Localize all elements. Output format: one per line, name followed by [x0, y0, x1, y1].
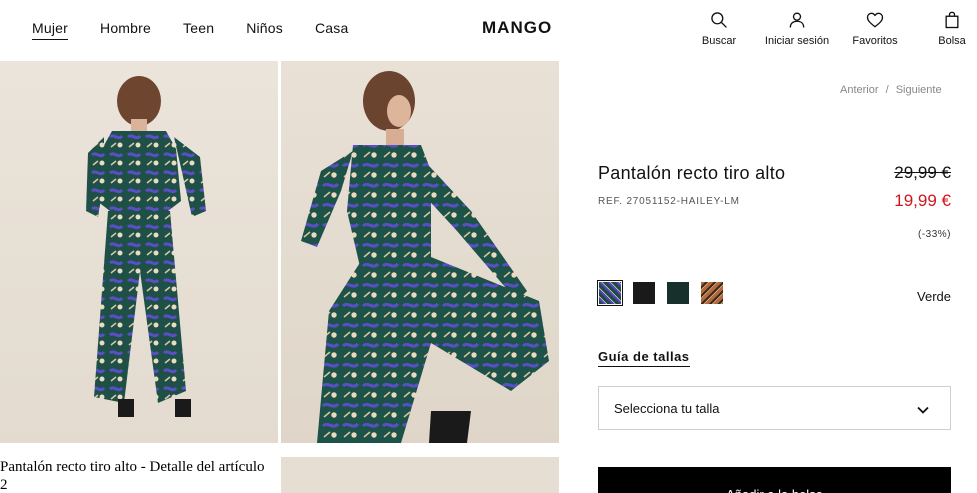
selected-color-name: Verde: [917, 289, 951, 304]
bag-button[interactable]: Bolsa: [912, 10, 977, 47]
favorites-button[interactable]: Favoritos: [835, 10, 915, 47]
bag-label: Bolsa: [938, 35, 966, 47]
search-button[interactable]: Buscar: [679, 10, 759, 47]
main-nav: Mujer Hombre Teen Niños Casa: [32, 20, 380, 40]
size-guide-link[interactable]: Guía de tallas: [598, 349, 690, 367]
model-back-illustration: [86, 76, 206, 417]
color-swatches: [597, 280, 723, 306]
heart-icon: [866, 12, 884, 28]
login-label: Iniciar sesión: [764, 35, 830, 47]
nav-item-mujer[interactable]: Mujer: [32, 20, 69, 40]
nav-item-ninos[interactable]: Niños: [246, 20, 283, 40]
next-link[interactable]: Siguiente: [896, 84, 942, 96]
swatch-black[interactable]: [633, 282, 655, 304]
brand-logo[interactable]: MANGO: [482, 18, 552, 38]
swatch-print-green[interactable]: [597, 280, 623, 306]
model-front-illustration: [301, 71, 549, 443]
nav-item-hombre[interactable]: Hombre: [100, 20, 151, 40]
product-photo-front[interactable]: [281, 61, 559, 443]
size-select-placeholder: Selecciona tu talla: [614, 401, 720, 416]
size-select[interactable]: Selecciona tu talla: [598, 386, 951, 430]
original-price: 29,99 €: [894, 163, 951, 182]
sale-price: 19,99 €: [894, 191, 951, 210]
login-button[interactable]: Iniciar sesión: [757, 10, 837, 47]
image-caption: Pantalón recto tiro alto - Detalle del a…: [0, 459, 265, 493]
previous-link[interactable]: Anterior: [840, 84, 879, 96]
nav-item-casa[interactable]: Casa: [315, 20, 348, 40]
nav-item-teen[interactable]: Teen: [183, 20, 214, 40]
search-label: Buscar: [701, 35, 737, 47]
add-to-bag-button[interactable]: Añadir a la bolsa: [598, 467, 951, 493]
pager-separator: /: [885, 84, 889, 96]
top-bar: Mujer Hombre Teen Niños Casa MANGO Busca…: [0, 0, 977, 60]
product-title: Pantalón recto tiro alto: [598, 163, 786, 183]
swatch-paisley-orange[interactable]: [701, 282, 723, 304]
swatch-dark-green[interactable]: [667, 282, 689, 304]
discount-badge: (-33%): [917, 229, 951, 240]
bag-icon: [945, 11, 959, 29]
header-actions: Buscar Iniciar sesión Favoritos Bolsa: [690, 10, 977, 54]
search-icon: [711, 12, 727, 28]
favorites-label: Favoritos: [852, 35, 898, 47]
chevron-down-icon: [917, 406, 929, 414]
product-photo-detail[interactable]: [281, 457, 559, 493]
product-pager: Anterior / Siguiente: [840, 84, 942, 96]
user-icon: [789, 12, 805, 28]
product-photo-back[interactable]: [0, 61, 278, 443]
product-reference: REF. 27051152-HAILEY-LM: [598, 196, 740, 207]
